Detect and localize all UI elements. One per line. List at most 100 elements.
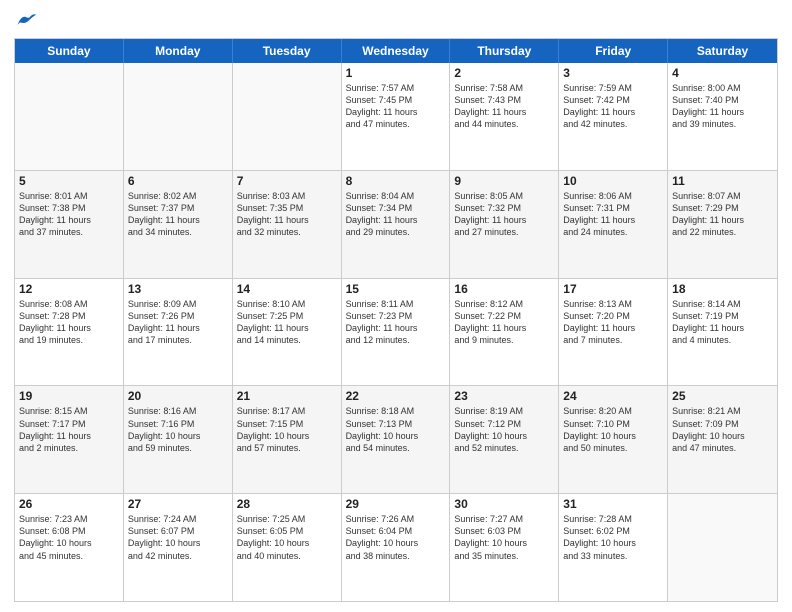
cell-info: Sunrise: 8:13 AM Sunset: 7:20 PM Dayligh… [563, 298, 663, 347]
calendar-cell-r0-c4: 2 Sunrise: 7:58 AM Sunset: 7:43 PM Daylig… [450, 63, 559, 170]
cell-info: Sunrise: 7:23 AM Sunset: 6:08 PM Dayligh… [19, 513, 119, 562]
day-number: 15 [346, 282, 446, 296]
calendar-cell-r0-c6: 4Sunrise: 8:00 AM Sunset: 7:40 PM Daylig… [668, 63, 777, 170]
calendar-cell-r1-c1: 6 Sunrise: 8:02 AM Sunset: 7:37 PM Daylig… [124, 171, 233, 278]
calendar-body: 1 Sunrise: 7:57 AM Sunset: 7:45 PM Daylig… [15, 63, 777, 601]
day-number: 7 [237, 174, 337, 188]
header-cell-wednesday: Wednesday [342, 39, 451, 63]
calendar-row-3: 12 Sunrise: 8:08 AM Sunset: 7:28 PM Dayli… [15, 279, 777, 387]
day-number: 2 [454, 66, 554, 80]
logo-text [14, 10, 36, 30]
calendar-row-5: 26 Sunrise: 7:23 AM Sunset: 6:08 PM Dayli… [15, 494, 777, 601]
header-cell-friday: Friday [559, 39, 668, 63]
calendar-cell-r1-c6: 11 Sunrise: 8:07 AM Sunset: 7:29 PM Dayli… [668, 171, 777, 278]
calendar-cell-r1-c0: 5Sunrise: 8:01 AM Sunset: 7:38 PM Daylig… [15, 171, 124, 278]
cell-info: Sunrise: 8:14 AM Sunset: 7:19 PM Dayligh… [672, 298, 773, 347]
cell-info: Sunrise: 7:57 AM Sunset: 7:45 PM Dayligh… [346, 82, 446, 131]
day-number: 12 [19, 282, 119, 296]
cell-info: Sunrise: 8:16 AM Sunset: 7:16 PM Dayligh… [128, 405, 228, 454]
day-number: 9 [454, 174, 554, 188]
page: SundayMondayTuesdayWednesdayThursdayFrid… [0, 0, 792, 612]
day-number: 24 [563, 389, 663, 403]
cell-info: Sunrise: 8:04 AM Sunset: 7:34 PM Dayligh… [346, 190, 446, 239]
cell-info: Sunrise: 8:08 AM Sunset: 7:28 PM Dayligh… [19, 298, 119, 347]
day-number: 20 [128, 389, 228, 403]
header [14, 10, 778, 30]
cell-info: Sunrise: 8:02 AM Sunset: 7:37 PM Dayligh… [128, 190, 228, 239]
cell-info: Sunrise: 7:59 AM Sunset: 7:42 PM Dayligh… [563, 82, 663, 131]
cell-info: Sunrise: 7:27 AM Sunset: 6:03 PM Dayligh… [454, 513, 554, 562]
day-number: 21 [237, 389, 337, 403]
header-cell-tuesday: Tuesday [233, 39, 342, 63]
header-cell-saturday: Saturday [668, 39, 777, 63]
calendar-cell-r3-c0: 19Sunrise: 8:15 AM Sunset: 7:17 PM Dayli… [15, 386, 124, 493]
day-number: 27 [128, 497, 228, 511]
day-number: 17 [563, 282, 663, 296]
calendar-cell-r3-c1: 20 Sunrise: 8:16 AM Sunset: 7:16 PM Dayli… [124, 386, 233, 493]
calendar-cell-r2-c6: 18Sunrise: 8:14 AM Sunset: 7:19 PM Dayli… [668, 279, 777, 386]
cell-info: Sunrise: 8:15 AM Sunset: 7:17 PM Dayligh… [19, 405, 119, 454]
calendar-header-row: SundayMondayTuesdayWednesdayThursdayFrid… [15, 39, 777, 63]
header-cell-sunday: Sunday [15, 39, 124, 63]
cell-info: Sunrise: 7:58 AM Sunset: 7:43 PM Dayligh… [454, 82, 554, 131]
calendar-row-2: 5Sunrise: 8:01 AM Sunset: 7:38 PM Daylig… [15, 171, 777, 279]
calendar-cell-r0-c3: 1 Sunrise: 7:57 AM Sunset: 7:45 PM Daylig… [342, 63, 451, 170]
day-number: 16 [454, 282, 554, 296]
day-number: 10 [563, 174, 663, 188]
cell-info: Sunrise: 7:26 AM Sunset: 6:04 PM Dayligh… [346, 513, 446, 562]
calendar-cell-r3-c3: 22 Sunrise: 8:18 AM Sunset: 7:13 PM Dayli… [342, 386, 451, 493]
cell-info: Sunrise: 7:28 AM Sunset: 6:02 PM Dayligh… [563, 513, 663, 562]
calendar-cell-r1-c5: 10 Sunrise: 8:06 AM Sunset: 7:31 PM Dayli… [559, 171, 668, 278]
cell-info: Sunrise: 8:18 AM Sunset: 7:13 PM Dayligh… [346, 405, 446, 454]
calendar: SundayMondayTuesdayWednesdayThursdayFrid… [14, 38, 778, 602]
day-number: 8 [346, 174, 446, 188]
calendar-cell-r0-c2 [233, 63, 342, 170]
day-number: 4 [672, 66, 773, 80]
cell-info: Sunrise: 8:11 AM Sunset: 7:23 PM Dayligh… [346, 298, 446, 347]
day-number: 6 [128, 174, 228, 188]
calendar-cell-r2-c5: 17 Sunrise: 8:13 AM Sunset: 7:20 PM Dayli… [559, 279, 668, 386]
calendar-cell-r2-c0: 12 Sunrise: 8:08 AM Sunset: 7:28 PM Dayli… [15, 279, 124, 386]
calendar-cell-r3-c5: 24 Sunrise: 8:20 AM Sunset: 7:10 PM Dayli… [559, 386, 668, 493]
calendar-cell-r3-c6: 25 Sunrise: 8:21 AM Sunset: 7:09 PM Dayli… [668, 386, 777, 493]
header-cell-monday: Monday [124, 39, 233, 63]
day-number: 14 [237, 282, 337, 296]
cell-info: Sunrise: 8:07 AM Sunset: 7:29 PM Dayligh… [672, 190, 773, 239]
calendar-cell-r4-c0: 26 Sunrise: 7:23 AM Sunset: 6:08 PM Dayli… [15, 494, 124, 601]
calendar-cell-r2-c2: 14 Sunrise: 8:10 AM Sunset: 7:25 PM Dayli… [233, 279, 342, 386]
calendar-cell-r0-c1 [124, 63, 233, 170]
calendar-cell-r0-c5: 3Sunrise: 7:59 AM Sunset: 7:42 PM Daylig… [559, 63, 668, 170]
cell-info: Sunrise: 8:20 AM Sunset: 7:10 PM Dayligh… [563, 405, 663, 454]
cell-info: Sunrise: 8:12 AM Sunset: 7:22 PM Dayligh… [454, 298, 554, 347]
cell-info: Sunrise: 8:03 AM Sunset: 7:35 PM Dayligh… [237, 190, 337, 239]
calendar-cell-r0-c0 [15, 63, 124, 170]
logo [14, 10, 36, 30]
day-number: 26 [19, 497, 119, 511]
calendar-cell-r4-c5: 31Sunrise: 7:28 AM Sunset: 6:02 PM Dayli… [559, 494, 668, 601]
calendar-cell-r4-c2: 28Sunrise: 7:25 AM Sunset: 6:05 PM Dayli… [233, 494, 342, 601]
day-number: 22 [346, 389, 446, 403]
calendar-cell-r1-c4: 9 Sunrise: 8:05 AM Sunset: 7:32 PM Daylig… [450, 171, 559, 278]
day-number: 25 [672, 389, 773, 403]
calendar-cell-r1-c2: 7 Sunrise: 8:03 AM Sunset: 7:35 PM Daylig… [233, 171, 342, 278]
cell-info: Sunrise: 8:06 AM Sunset: 7:31 PM Dayligh… [563, 190, 663, 239]
day-number: 30 [454, 497, 554, 511]
cell-info: Sunrise: 8:05 AM Sunset: 7:32 PM Dayligh… [454, 190, 554, 239]
calendar-cell-r4-c3: 29 Sunrise: 7:26 AM Sunset: 6:04 PM Dayli… [342, 494, 451, 601]
calendar-cell-r3-c2: 21Sunrise: 8:17 AM Sunset: 7:15 PM Dayli… [233, 386, 342, 493]
day-number: 1 [346, 66, 446, 80]
day-number: 29 [346, 497, 446, 511]
day-number: 11 [672, 174, 773, 188]
cell-info: Sunrise: 8:01 AM Sunset: 7:38 PM Dayligh… [19, 190, 119, 239]
cell-info: Sunrise: 8:10 AM Sunset: 7:25 PM Dayligh… [237, 298, 337, 347]
calendar-cell-r4-c1: 27 Sunrise: 7:24 AM Sunset: 6:07 PM Dayli… [124, 494, 233, 601]
calendar-cell-r2-c1: 13Sunrise: 8:09 AM Sunset: 7:26 PM Dayli… [124, 279, 233, 386]
logo-bird-icon [16, 10, 36, 30]
day-number: 28 [237, 497, 337, 511]
calendar-cell-r1-c3: 8 Sunrise: 8:04 AM Sunset: 7:34 PM Daylig… [342, 171, 451, 278]
cell-info: Sunrise: 8:21 AM Sunset: 7:09 PM Dayligh… [672, 405, 773, 454]
calendar-row-1: 1 Sunrise: 7:57 AM Sunset: 7:45 PM Daylig… [15, 63, 777, 171]
cell-info: Sunrise: 8:19 AM Sunset: 7:12 PM Dayligh… [454, 405, 554, 454]
cell-info: Sunrise: 7:24 AM Sunset: 6:07 PM Dayligh… [128, 513, 228, 562]
calendar-cell-r4-c6 [668, 494, 777, 601]
